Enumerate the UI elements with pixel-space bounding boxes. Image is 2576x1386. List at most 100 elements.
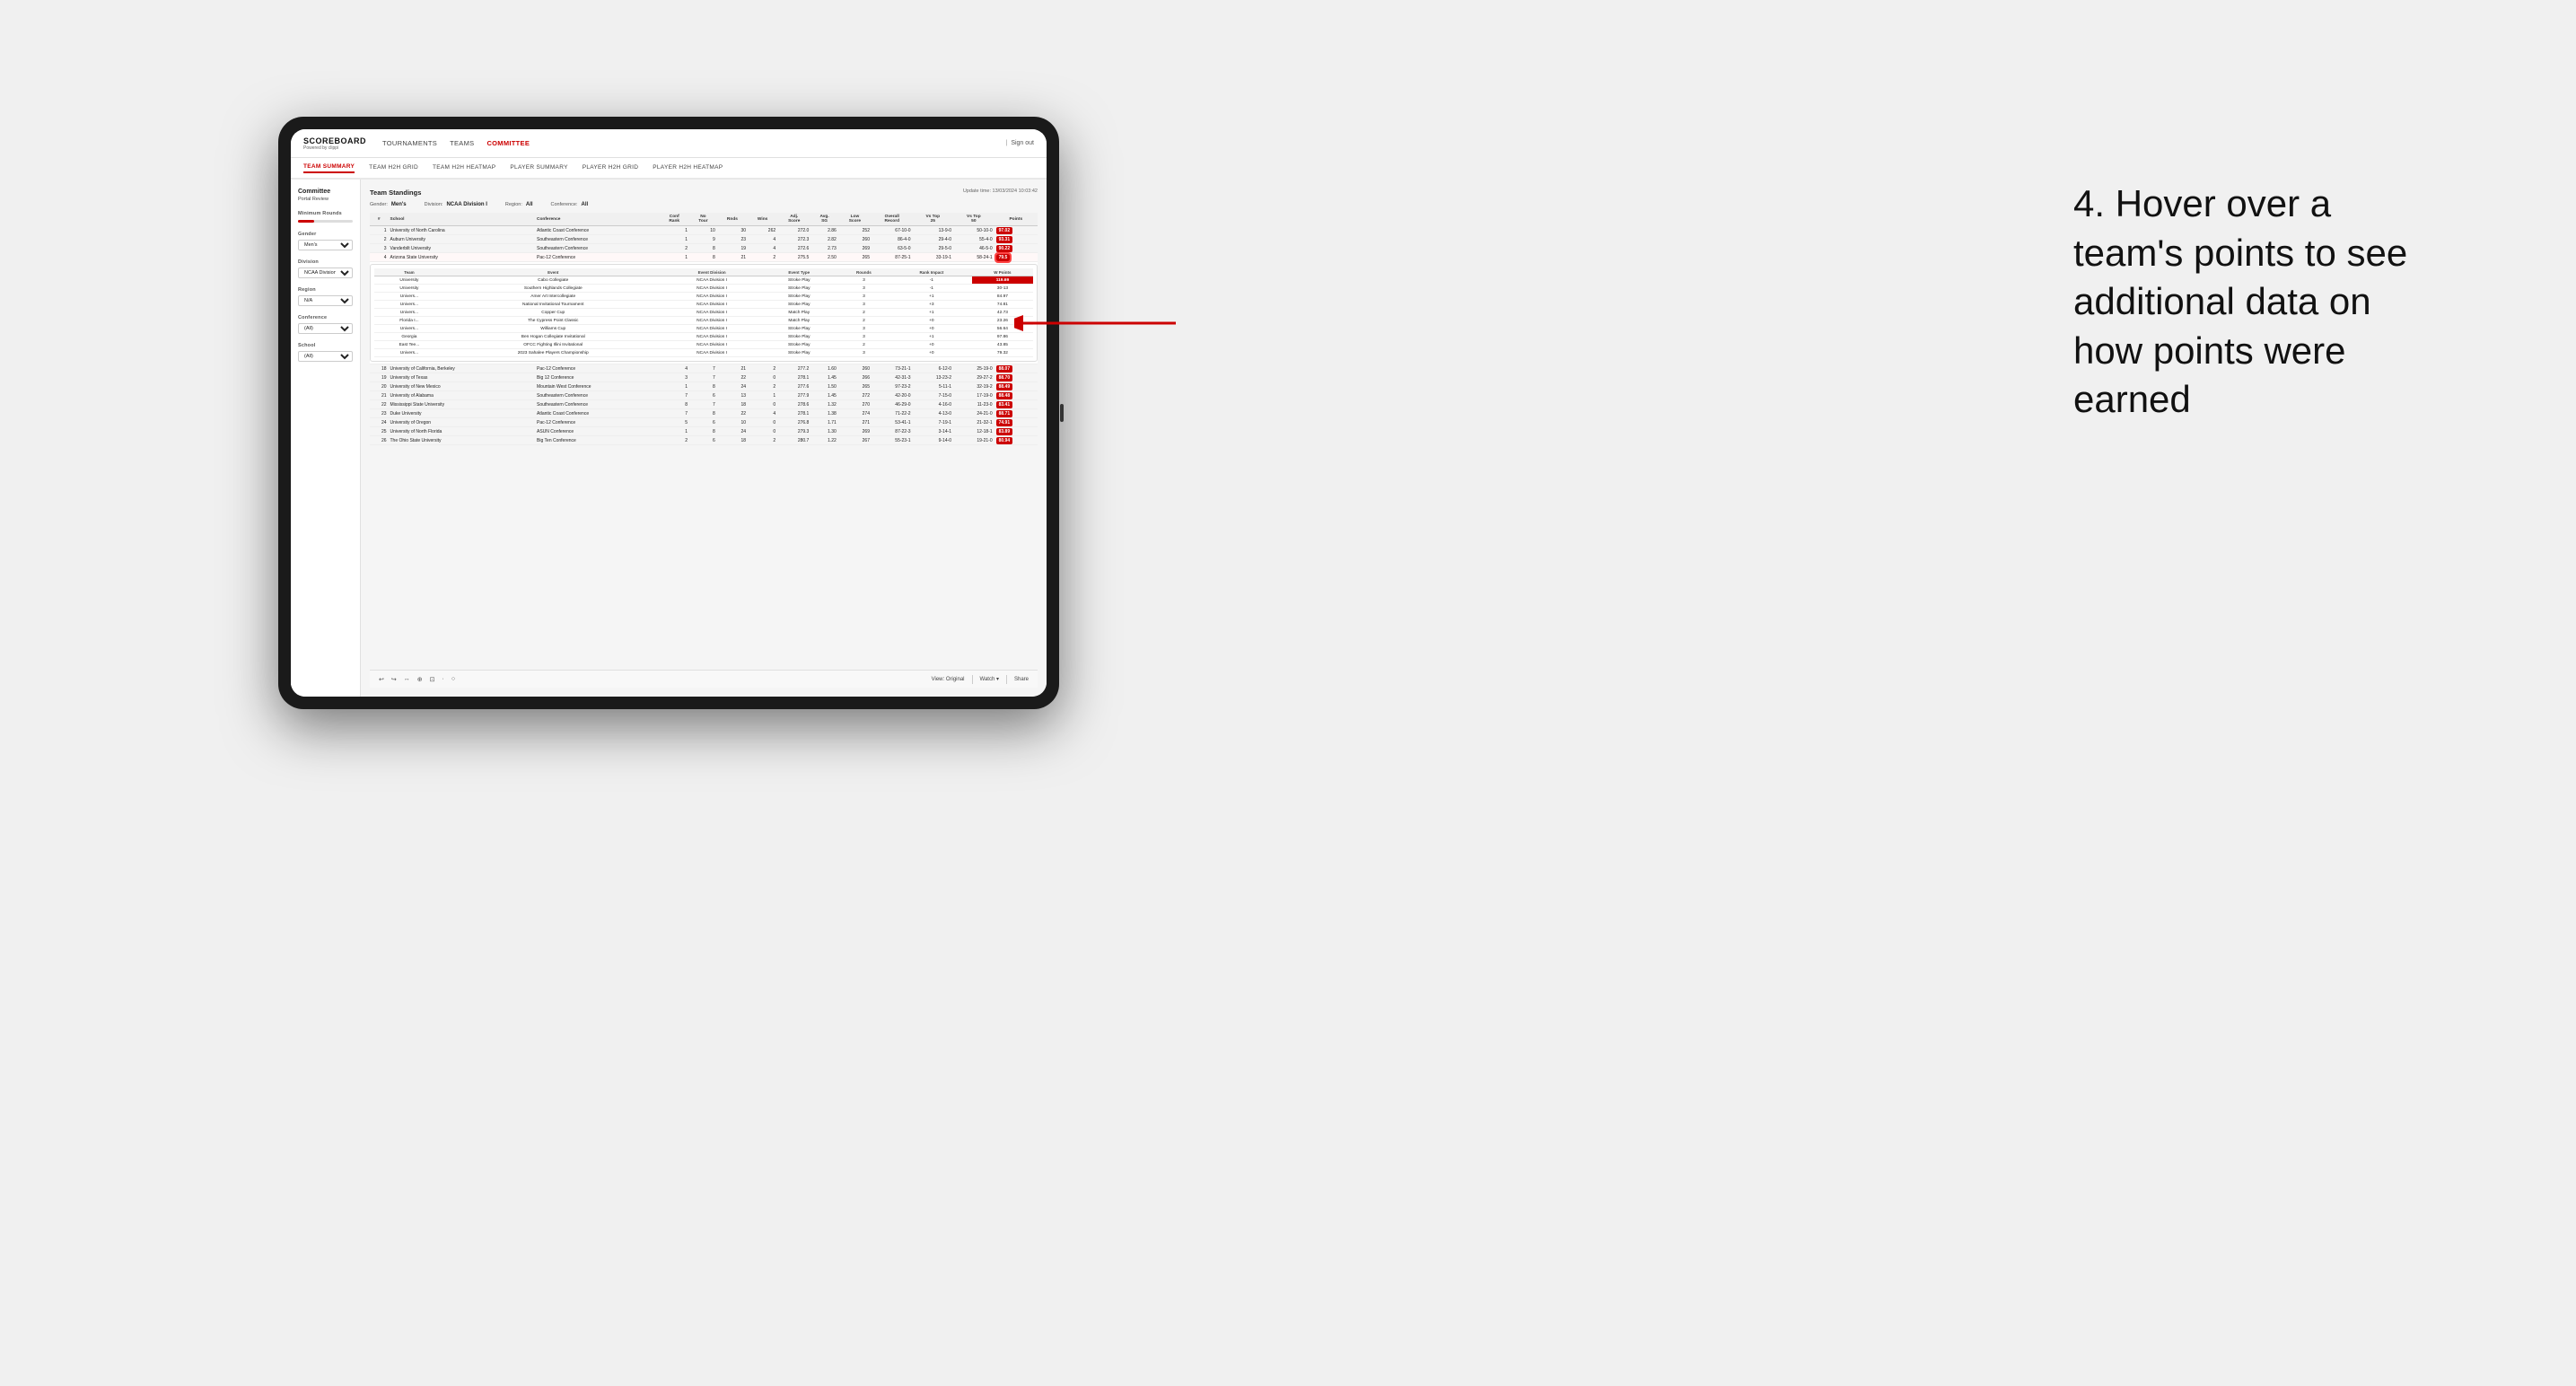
exp-col-rank-impact: Rank Impact xyxy=(891,268,972,276)
table-row[interactable]: 22 Mississippi State University Southeas… xyxy=(370,400,1038,409)
sidebar-school-label: School xyxy=(298,343,353,348)
sidebar-subtitle: Portal Review xyxy=(298,197,353,202)
nav-teams[interactable]: TEAMS xyxy=(450,137,474,149)
redo-icon[interactable]: ↪ xyxy=(391,676,397,683)
table-row[interactable]: 26 The Ohio State University Big Ten Con… xyxy=(370,436,1038,445)
col-wins: Wins xyxy=(748,213,777,226)
filters-row: Gender: Men's Division: NCAA Division I … xyxy=(370,202,1038,207)
sidebar-min-rounds-label: Minimum Rounds xyxy=(298,211,353,216)
points-value-highlighted[interactable]: 79.5 xyxy=(996,254,1011,261)
expanded-row: Univers...Williams CupNCAA Division IStr… xyxy=(374,325,1033,333)
nav-items: TOURNAMENTS TEAMS COMMITTEE xyxy=(382,137,1005,149)
table-row[interactable]: 18 University of California, Berkeley Pa… xyxy=(370,364,1038,373)
col-no-tour: NoTour xyxy=(689,213,717,226)
nav-committee[interactable]: COMMITTEE xyxy=(486,137,530,149)
col-school: School xyxy=(389,213,536,226)
tab-team-h2h-heatmap[interactable]: TEAM H2H HEATMAP xyxy=(433,164,495,172)
sidebar-region-select[interactable]: N/A xyxy=(298,295,353,306)
table-row[interactable]: 25 University of North Florida ASUN Conf… xyxy=(370,427,1038,436)
table-row[interactable]: 24 University of Oregon Pac-12 Conferenc… xyxy=(370,418,1038,427)
points-value[interactable]: 88.49 xyxy=(996,383,1013,390)
expanded-events-table: Team Event Event Division Event Type Rou… xyxy=(374,268,1033,357)
expanded-row: UniversitySouthern Highlands CollegiateN… xyxy=(374,285,1033,293)
view-original-button[interactable]: View: Original xyxy=(932,677,965,682)
table-row[interactable]: 3 Vanderbilt University Southeastern Con… xyxy=(370,244,1038,253)
tab-player-h2h-heatmap[interactable]: PLAYER H2H HEATMAP xyxy=(653,164,723,172)
undo-icon[interactable]: ↩ xyxy=(379,676,384,683)
table-row[interactable]: 20 University of New Mexico Mountain Wes… xyxy=(370,382,1038,391)
table-row-arizona-state[interactable]: 4 Arizona State University Pac-12 Confer… xyxy=(370,253,1038,262)
col-overall-record: OverallRecord xyxy=(872,213,913,226)
table-scroll-container: # School Conference ConfRank NoTour Rnds… xyxy=(370,213,1038,670)
sign-out-button[interactable]: Sign out xyxy=(1011,140,1034,146)
table-row[interactable]: 2 Auburn University Southeastern Confere… xyxy=(370,235,1038,244)
filter-region-label: Region: xyxy=(505,202,522,207)
watch-button[interactable]: Watch ▾ xyxy=(980,676,999,682)
nav-tournaments[interactable]: TOURNAMENTS xyxy=(382,137,437,149)
fit-icon[interactable]: ↔ xyxy=(404,676,410,682)
filter-gender-value: Men's xyxy=(391,202,407,207)
panel-header: Team Standings Update time: 13/03/2024 1… xyxy=(370,189,1038,197)
points-value[interactable]: 88.71 xyxy=(996,410,1013,417)
sidebar-division: Division NCAA Division I xyxy=(298,259,353,278)
expanded-row: UniversityCabo CollegiateNCAA Division I… xyxy=(374,276,1033,285)
min-rounds-slider[interactable] xyxy=(298,220,353,223)
sidebar-gender-select[interactable]: Men's xyxy=(298,240,353,250)
tab-team-summary[interactable]: TEAM SUMMARY xyxy=(303,163,355,173)
col-conference: Conference xyxy=(535,213,659,226)
sidebar-division-select[interactable]: NCAA Division I xyxy=(298,268,353,278)
col-rnds: Rnds xyxy=(717,213,748,226)
table-row[interactable]: 19 University of Texas Big 12 Conference… xyxy=(370,373,1038,382)
share-button[interactable]: Share xyxy=(1014,677,1029,682)
table-row[interactable]: 1 University of North Carolina Atlantic … xyxy=(370,226,1038,235)
top-nav: SCOREBOARD Powered by clippi TOURNAMENTS… xyxy=(291,129,1047,158)
points-value[interactable]: 74.91 xyxy=(996,419,1013,426)
logo-area: SCOREBOARD Powered by clippi xyxy=(303,136,366,151)
col-points: Points xyxy=(994,213,1038,226)
sidebar-min-rounds: Minimum Rounds xyxy=(298,211,353,223)
sidebar-region-label: Region xyxy=(298,287,353,293)
table-row[interactable]: 21 University of Alabama Southeastern Co… xyxy=(370,391,1038,400)
points-value[interactable]: 88.48 xyxy=(996,392,1013,399)
sidebar-conference-label: Conference xyxy=(298,315,353,320)
copy-icon[interactable]: ⊡ xyxy=(430,676,435,683)
filter-division-label: Division: xyxy=(425,202,443,207)
standings-table: # School Conference ConfRank NoTour Rnds… xyxy=(370,213,1038,445)
expanded-row: Florida I...The Cypress Point ClassicNCA… xyxy=(374,317,1033,325)
sign-out-separator: | xyxy=(1005,140,1007,146)
points-value[interactable]: 93.31 xyxy=(996,236,1013,243)
points-value[interactable]: 80.94 xyxy=(996,437,1013,444)
share-label: Share xyxy=(1014,677,1029,682)
filter-region-value: All xyxy=(526,202,533,207)
watch-label: Watch ▾ xyxy=(980,676,999,682)
table-row[interactable]: 23 Duke University Atlantic Coast Confer… xyxy=(370,409,1038,418)
col-conf-rank: ConfRank xyxy=(659,213,689,226)
tab-player-h2h-grid[interactable]: PLAYER H2H GRID xyxy=(583,164,639,172)
panel-title-block: Team Standings xyxy=(370,189,421,197)
sidebar-school-select[interactable]: (All) xyxy=(298,351,353,362)
tab-team-h2h-grid[interactable]: TEAM H2H GRID xyxy=(369,164,418,172)
points-value[interactable]: 88.07 xyxy=(996,365,1013,373)
bottom-toolbar: ↩ ↪ ↔ ⊕ ⊡ · ○ View: Original Watch ▾ xyxy=(370,670,1038,688)
update-time: Update time: 13/03/2024 10:03:42 xyxy=(963,189,1038,194)
points-value[interactable]: 83.89 xyxy=(996,428,1013,435)
app-logo: SCOREBOARD xyxy=(303,136,366,145)
view-original-label: View: Original xyxy=(932,677,965,682)
sidebar: Committee Portal Review Minimum Rounds G… xyxy=(291,180,361,697)
tab-player-summary[interactable]: PLAYER SUMMARY xyxy=(510,164,567,172)
expanded-row: Univers...Amer Art IntercollegiateNCAA D… xyxy=(374,293,1033,301)
sidebar-gender-label: Gender xyxy=(298,232,353,237)
sidebar-conference-select[interactable]: (All) xyxy=(298,323,353,334)
points-value[interactable]: 90.22 xyxy=(996,245,1013,252)
options-icon[interactable]: · xyxy=(442,676,444,682)
points-value[interactable]: 83.41 xyxy=(996,401,1013,408)
sidebar-title: Committee xyxy=(298,189,353,195)
points-value[interactable]: 97.02 xyxy=(996,227,1013,234)
points-value[interactable]: 88.70 xyxy=(996,374,1013,382)
clock-icon[interactable]: ○ xyxy=(451,676,455,682)
zoom-icon[interactable]: ⊕ xyxy=(417,676,423,683)
tablet-screen: SCOREBOARD Powered by clippi TOURNAMENTS… xyxy=(291,129,1047,697)
expanded-tooltip-row: Team Event Event Division Event Type Rou… xyxy=(370,262,1038,364)
sidebar-gender: Gender Men's xyxy=(298,232,353,250)
toolbar-separator-2 xyxy=(1006,675,1007,684)
